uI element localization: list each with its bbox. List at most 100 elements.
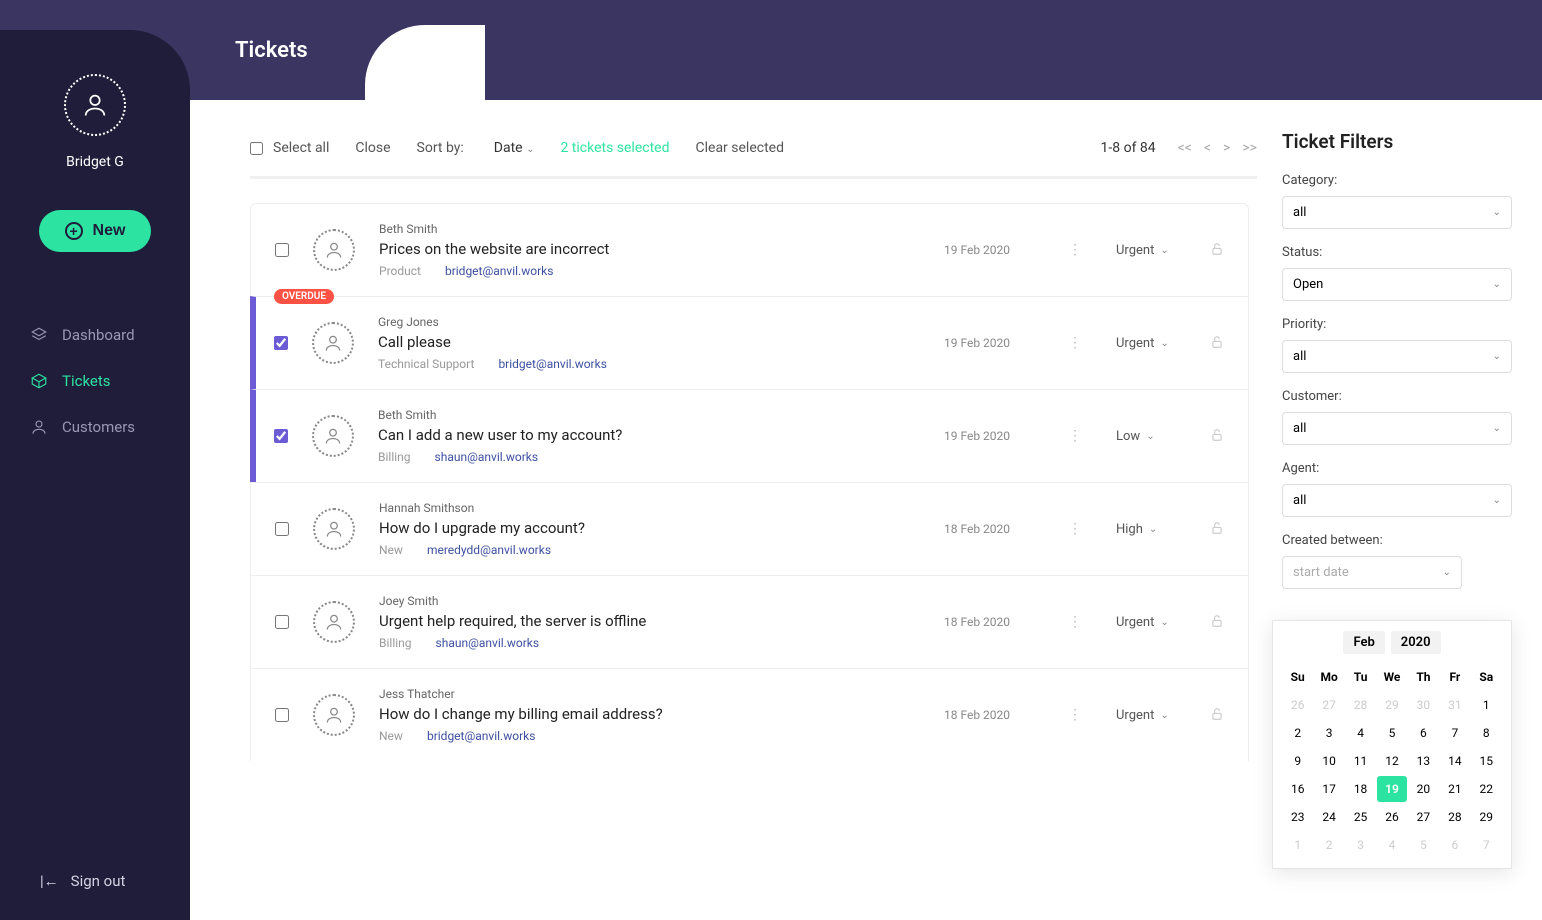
priority-select[interactable]: all ⌄: [1282, 340, 1512, 373]
pager-prev[interactable]: <: [1204, 140, 1211, 156]
ticket-checkbox[interactable]: [275, 615, 289, 629]
calendar-day[interactable]: 9: [1283, 748, 1312, 774]
calendar-day[interactable]: 27: [1409, 804, 1438, 830]
ticket-menu[interactable]: ⋮: [1058, 242, 1092, 258]
chevron-down-icon: ⌄: [1493, 207, 1501, 218]
ticket-card[interactable]: OVERDUEGreg JonesCall pleaseTechnical Su…: [250, 296, 1249, 390]
agent-select[interactable]: all ⌄: [1282, 484, 1512, 517]
ticket-category: Product: [379, 264, 421, 278]
ticket-checkbox[interactable]: [274, 336, 288, 350]
calendar-month[interactable]: Feb: [1343, 631, 1384, 654]
ticket-body: Hannah SmithsonHow do I upgrade my accou…: [379, 501, 920, 557]
ticket-checkbox[interactable]: [275, 243, 289, 257]
calendar-day[interactable]: 6: [1440, 832, 1469, 858]
calendar-day[interactable]: 3: [1314, 720, 1343, 746]
calendar-day[interactable]: 29: [1472, 804, 1501, 830]
pager-last[interactable]: >>: [1242, 140, 1257, 156]
nav-dashboard[interactable]: Dashboard: [30, 312, 190, 358]
start-date-input[interactable]: start date ⌄: [1282, 556, 1462, 589]
ticket-priority[interactable]: Urgent ⌄: [1116, 336, 1186, 351]
calendar-day[interactable]: 4: [1346, 720, 1375, 746]
calendar-day[interactable]: 28: [1346, 692, 1375, 718]
calendar-day[interactable]: 10: [1314, 748, 1343, 774]
calendar-year[interactable]: 2020: [1391, 631, 1441, 654]
calendar-day[interactable]: 23: [1283, 804, 1312, 830]
calendar-day[interactable]: 16: [1283, 776, 1312, 802]
pager-next[interactable]: >: [1223, 140, 1230, 156]
calendar-day[interactable]: 12: [1377, 748, 1406, 774]
ticket-title: Can I add a new user to my account?: [378, 426, 920, 444]
calendar-day[interactable]: 8: [1472, 720, 1501, 746]
calendar-day[interactable]: 1: [1283, 832, 1312, 858]
calendar-day[interactable]: 24: [1314, 804, 1343, 830]
chevron-down-icon: ⌄: [1160, 338, 1168, 349]
category-select[interactable]: all ⌄: [1282, 196, 1512, 229]
ticket-card[interactable]: Hannah SmithsonHow do I upgrade my accou…: [250, 482, 1249, 576]
ticket-menu[interactable]: ⋮: [1058, 335, 1092, 351]
ticket-card[interactable]: Beth SmithPrices on the website are inco…: [250, 203, 1249, 297]
calendar-day[interactable]: 31: [1440, 692, 1469, 718]
ticket-menu[interactable]: ⋮: [1058, 428, 1092, 444]
select-all-checkbox[interactable]: [250, 142, 263, 155]
pager-first[interactable]: <<: [1178, 140, 1192, 156]
ticket-priority[interactable]: Urgent ⌄: [1116, 708, 1186, 723]
close-button[interactable]: Close: [355, 140, 390, 156]
ticket-card[interactable]: Joey SmithUrgent help required, the serv…: [250, 575, 1249, 669]
calendar-day[interactable]: 13: [1409, 748, 1438, 774]
status-select[interactable]: Open ⌄: [1282, 268, 1512, 301]
ticket-priority[interactable]: Urgent ⌄: [1116, 243, 1186, 258]
ticket-card[interactable]: Beth SmithCan I add a new user to my acc…: [250, 389, 1249, 483]
ticket-priority[interactable]: Urgent ⌄: [1116, 615, 1186, 630]
calendar-day[interactable]: 6: [1409, 720, 1438, 746]
calendar-day[interactable]: 7: [1472, 832, 1501, 858]
ticket-card[interactable]: Jess ThatcherHow do I change my billing …: [250, 668, 1249, 761]
calendar-day[interactable]: 28: [1440, 804, 1469, 830]
ticket-priority[interactable]: High ⌄: [1116, 522, 1186, 537]
user-avatar[interactable]: [64, 74, 126, 136]
ticket-checkbox[interactable]: [275, 522, 289, 536]
clear-selected[interactable]: Clear selected: [696, 140, 784, 156]
calendar-day[interactable]: 7: [1440, 720, 1469, 746]
ticket-checkbox[interactable]: [274, 429, 288, 443]
calendar-day[interactable]: 26: [1283, 692, 1312, 718]
new-button[interactable]: + New: [39, 210, 152, 252]
calendar-day[interactable]: 2: [1283, 720, 1312, 746]
signout-link[interactable]: |← Sign out: [40, 872, 125, 890]
calendar-day[interactable]: 20: [1409, 776, 1438, 802]
select-all[interactable]: Select all: [250, 140, 329, 156]
calendar-day[interactable]: 17: [1314, 776, 1343, 802]
overdue-badge: OVERDUE: [274, 289, 334, 304]
calendar-day[interactable]: 19: [1377, 776, 1406, 802]
customer-select[interactable]: all ⌄: [1282, 412, 1512, 445]
ticket-checkbox[interactable]: [275, 708, 289, 722]
calendar-day[interactable]: 4: [1377, 832, 1406, 858]
calendar-day[interactable]: 22: [1472, 776, 1501, 802]
ticket-menu[interactable]: ⋮: [1058, 707, 1092, 723]
calendar-day[interactable]: 14: [1440, 748, 1469, 774]
calendar-day[interactable]: 25: [1346, 804, 1375, 830]
customer-label: Customer:: [1282, 389, 1512, 404]
calendar-day[interactable]: 27: [1314, 692, 1343, 718]
filters-heading: Ticket Filters: [1282, 130, 1512, 153]
calendar-day[interactable]: 2: [1314, 832, 1343, 858]
calendar-day[interactable]: 18: [1346, 776, 1375, 802]
calendar-day[interactable]: 15: [1472, 748, 1501, 774]
nav-tickets[interactable]: Tickets: [30, 358, 190, 404]
calendar-day[interactable]: 11: [1346, 748, 1375, 774]
calendar-day[interactable]: 30: [1409, 692, 1438, 718]
calendar-day[interactable]: 3: [1346, 832, 1375, 858]
calendar-day[interactable]: 21: [1440, 776, 1469, 802]
calendar-header: Feb 2020: [1283, 631, 1501, 654]
ticket-menu[interactable]: ⋮: [1058, 521, 1092, 537]
calendar-day[interactable]: 5: [1377, 720, 1406, 746]
calendar-day[interactable]: 1: [1472, 692, 1501, 718]
ticket-priority[interactable]: Low ⌄: [1116, 429, 1186, 444]
calendar-day[interactable]: 5: [1409, 832, 1438, 858]
ticket-menu[interactable]: ⋮: [1058, 614, 1092, 630]
ticket-agent: bridget@anvil.works: [445, 264, 553, 278]
calendar-day[interactable]: 26: [1377, 804, 1406, 830]
nav-customers[interactable]: Customers: [30, 404, 190, 450]
sort-field[interactable]: Date ⌄: [494, 140, 535, 156]
selected-count: 2 tickets selected: [560, 140, 669, 156]
calendar-day[interactable]: 29: [1377, 692, 1406, 718]
